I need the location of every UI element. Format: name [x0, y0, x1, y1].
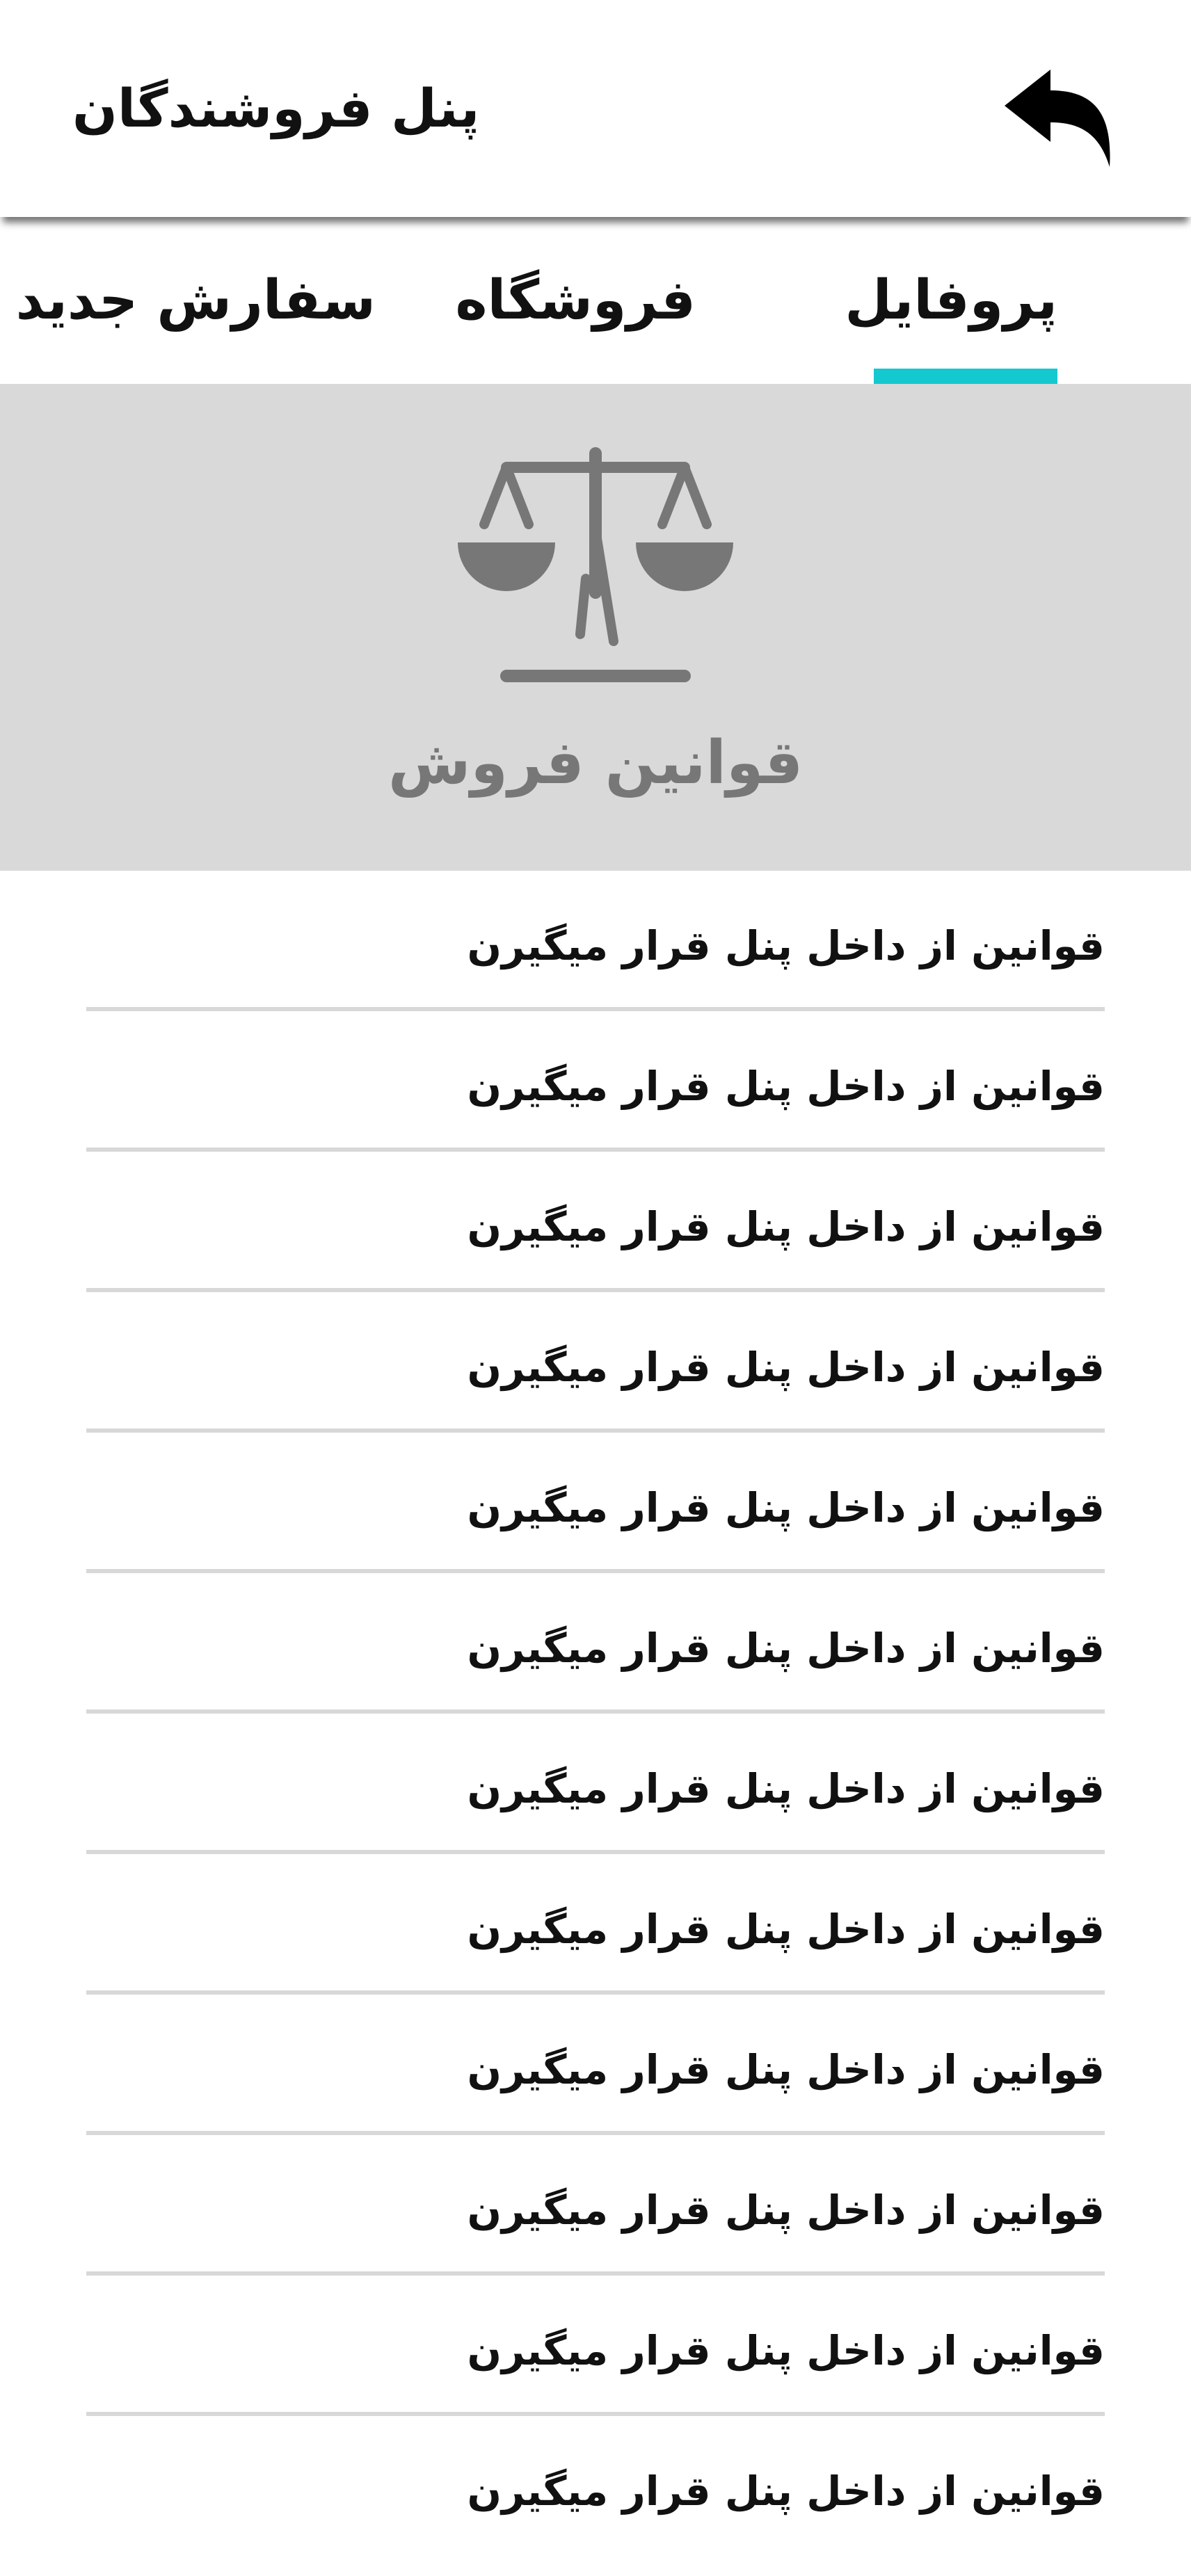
- sales-rules-banner: قوانین فروش: [0, 384, 1191, 871]
- rule-text: قوانین از داخل پنل قرار میگیرن: [467, 1625, 1105, 1672]
- back-arrow-icon: [1005, 70, 1110, 167]
- app-bar: پنل فروشندگان: [0, 0, 1191, 217]
- list-item: قوانین از داخل پنل قرار میگیرن: [86, 2276, 1105, 2416]
- rule-text: قوانین از داخل پنل قرار میگیرن: [467, 2468, 1105, 2515]
- app-title: پنل فروشندگان: [72, 77, 480, 139]
- rules-list: قوانین از داخل پنل قرار میگیرن قوانین از…: [86, 871, 1105, 2557]
- rule-text: قوانین از داخل پنل قرار میگیرن: [467, 2046, 1105, 2093]
- list-item: قوانین از داخل پنل قرار میگیرن: [86, 1292, 1105, 1433]
- tab-profile[interactable]: پروفایل: [845, 217, 1057, 384]
- tab-store-label: فروشگاه: [455, 269, 696, 332]
- list-item: قوانین از داخل پنل قرار میگیرن: [86, 2416, 1105, 2557]
- list-item: قوانین از داخل پنل قرار میگیرن: [86, 1995, 1105, 2135]
- list-item: قوانین از داخل پنل قرار میگیرن: [86, 2135, 1105, 2276]
- rule-text: قوانین از داخل پنل قرار میگیرن: [467, 1765, 1105, 1812]
- list-item: قوانین از داخل پنل قرار میگیرن: [86, 1714, 1105, 1854]
- tab-store[interactable]: فروشگاه: [455, 217, 696, 384]
- rule-text: قوانین از داخل پنل قرار میگیرن: [467, 1484, 1105, 1531]
- rule-text: قوانین از داخل پنل قرار میگیرن: [467, 2187, 1105, 2234]
- list-item: قوانین از داخل پنل قرار میگیرن: [86, 1854, 1105, 1995]
- tab-new-order[interactable]: سفارش جدید: [15, 217, 376, 384]
- back-button[interactable]: [995, 63, 1120, 174]
- rule-text: قوانین از داخل پنل قرار میگیرن: [467, 1344, 1105, 1391]
- banner-title: قوانین فروش: [387, 728, 804, 798]
- list-item: قوانین از داخل پنل قرار میگیرن: [86, 1011, 1105, 1152]
- rule-text: قوانین از داخل پنل قرار میگیرن: [467, 1906, 1105, 1953]
- tab-new-order-label: سفارش جدید: [15, 269, 376, 332]
- tab-bar: پروفایل فروشگاه سفارش جدید: [0, 217, 1191, 384]
- list-item: قوانین از داخل پنل قرار میگیرن: [86, 871, 1105, 1011]
- scale-icon: [456, 446, 735, 683]
- rule-text: قوانین از داخل پنل قرار میگیرن: [467, 1063, 1105, 1110]
- list-item: قوانین از داخل پنل قرار میگیرن: [86, 1152, 1105, 1292]
- rule-text: قوانین از داخل پنل قرار میگیرن: [467, 2327, 1105, 2374]
- rule-text: قوانین از داخل پنل قرار میگیرن: [467, 922, 1105, 969]
- rule-text: قوانین از داخل پنل قرار میگیرن: [467, 1203, 1105, 1250]
- tab-selected-indicator: [874, 369, 1057, 384]
- list-item: قوانین از داخل پنل قرار میگیرن: [86, 1573, 1105, 1714]
- list-item: قوانین از داخل پنل قرار میگیرن: [86, 1433, 1105, 1573]
- tab-profile-label: پروفایل: [845, 269, 1057, 332]
